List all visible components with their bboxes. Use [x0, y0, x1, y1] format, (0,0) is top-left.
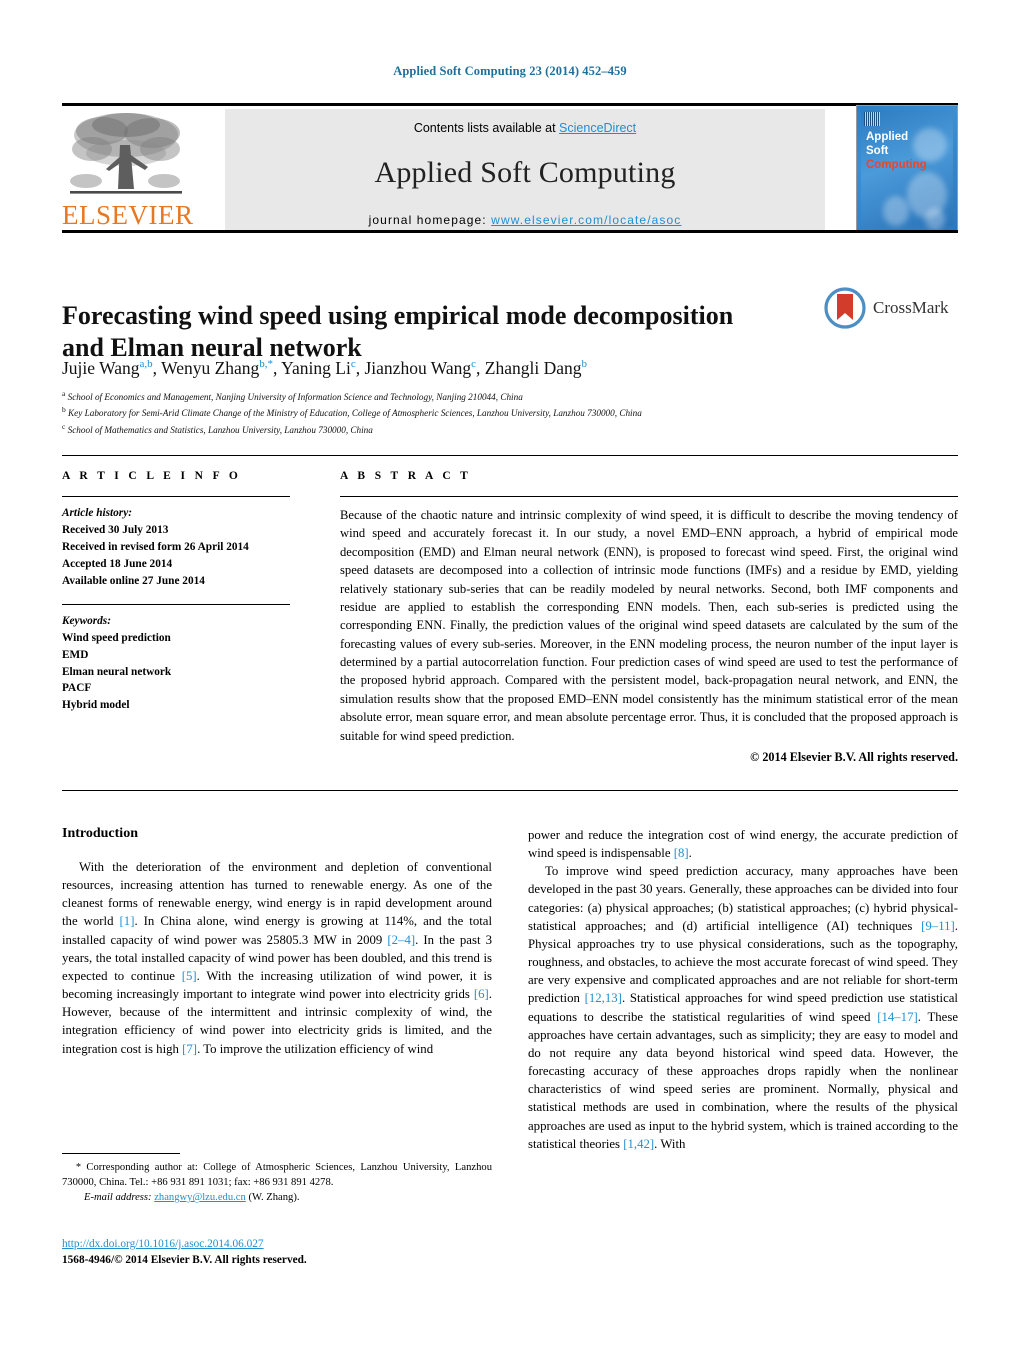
- affiliation-item: b Key Laboratory for Semi-Arid Climate C…: [62, 404, 892, 420]
- paper-page: Applied Soft Computing 23 (2014) 452–459: [0, 0, 1020, 1351]
- article-info-column: A R T I C L E I N F O Article history: R…: [62, 470, 302, 714]
- crossmark-badge[interactable]: CrossMark: [824, 282, 956, 334]
- journal-masthead: ELSEVIER Contents lists available at Sci…: [62, 103, 958, 233]
- section-title-introduction: Introduction: [62, 826, 138, 841]
- keyword-item: EMD: [62, 648, 89, 661]
- affiliation-item: a School of Economics and Management, Na…: [62, 388, 892, 404]
- sciencedirect-link[interactable]: ScienceDirect: [559, 121, 636, 135]
- affiliation-text: School of Mathematics and Statistics, La…: [67, 424, 373, 435]
- history-item: Received in revised form 26 April 2014: [62, 540, 249, 553]
- keyword-item: PACF: [62, 682, 92, 695]
- contents-prefix: Contents lists available at: [413, 121, 560, 135]
- issn-copyright-line: 1568-4946/© 2014 Elsevier B.V. All right…: [62, 1254, 307, 1267]
- affiliation-mark: c: [62, 421, 66, 431]
- history-item: Received 30 July 2013: [62, 523, 169, 536]
- keywords-label: Keywords:: [62, 614, 111, 627]
- article-history-block: Article history: Received 30 July 2013 R…: [62, 505, 302, 590]
- affiliation-mark: a: [62, 389, 66, 398]
- paragraph: power and reduce the integration cost of…: [528, 828, 958, 861]
- corresponding-author-footnote: * Corresponding author at: College of At…: [62, 1160, 492, 1205]
- abstract-heading: A B S T R A C T: [340, 470, 472, 482]
- masthead-bottom-rule: [62, 230, 958, 233]
- homepage-prefix: journal homepage:: [368, 213, 492, 227]
- cover-line-1: Applied: [866, 131, 909, 143]
- abstract-band-bottom-rule: [62, 790, 958, 791]
- affiliation-list: a School of Economics and Management, Na…: [62, 388, 892, 437]
- affiliation-item: c School of Mathematics and Statistics, …: [62, 421, 892, 437]
- keyword-item: Elman neural network: [62, 665, 172, 678]
- page-title: Forecasting wind speed using empirical m…: [62, 301, 734, 363]
- cover-barcode-icon: [864, 112, 880, 126]
- journal-homepage-line: journal homepage: www.elsevier.com/locat…: [225, 213, 825, 227]
- keyword-item: Hybrid model: [62, 699, 130, 712]
- affiliation-mark: b: [62, 405, 66, 415]
- email-link[interactable]: zhangwy@lzu.edu.cn: [154, 1192, 246, 1203]
- article-history-label: Article history:: [62, 507, 132, 519]
- email-suffix: (W. Zhang).: [248, 1192, 300, 1204]
- abstract-copyright: © 2014 Elsevier B.V. All rights reserved…: [750, 749, 958, 764]
- masthead-top-rule: [62, 103, 958, 106]
- journal-homepage-link[interactable]: www.elsevier.com/locate/asoc: [491, 213, 681, 227]
- elsevier-logo: ELSEVIER: [62, 109, 212, 229]
- keywords-rule: [62, 603, 290, 605]
- journal-title: Applied Soft Computing: [374, 156, 676, 189]
- body-column-right: power and reduce the integration cost of…: [528, 826, 958, 1153]
- running-head: Applied Soft Computing 23 (2014) 452–459: [393, 64, 627, 78]
- paragraph: With the deterioration of the environmen…: [62, 860, 493, 1056]
- masthead-center-panel: Contents lists available at ScienceDirec…: [225, 109, 825, 230]
- corresponding-author-text: * Corresponding author at: College of At…: [62, 1162, 492, 1189]
- affiliation-text: School of Economics and Management, Nanj…: [67, 392, 523, 403]
- keywords-block: Keywords: Wind speed prediction EMD Elma…: [62, 613, 302, 715]
- cover-line-3: Computing: [866, 159, 927, 171]
- article-info-heading: A R T I C L E I N F O: [62, 470, 242, 482]
- history-item: Accepted 18 June 2014: [62, 557, 173, 570]
- abstract-text: Because of the chaotic nature and intrin…: [340, 508, 958, 743]
- keyword-item: Wind speed prediction: [62, 631, 171, 644]
- crossmark-icon: [824, 287, 866, 329]
- article-info-rule: [62, 496, 290, 497]
- history-item: Available online 27 June 2014: [62, 574, 205, 587]
- contents-list-line: Contents lists available at ScienceDirec…: [225, 121, 825, 135]
- doi-link[interactable]: http://dx.doi.org/10.1016/j.asoc.2014.06…: [62, 1238, 264, 1250]
- journal-cover-thumbnail[interactable]: Applied Soft Computing: [856, 105, 958, 231]
- affiliation-text: Key Laboratory for Semi-Arid Climate Cha…: [68, 408, 642, 419]
- email-label: E-mail address:: [84, 1192, 152, 1204]
- doi-block: http://dx.doi.org/10.1016/j.asoc.2014.06…: [62, 1236, 492, 1269]
- abstract-band-top-rule: [62, 455, 958, 456]
- abstract-rule: [340, 496, 958, 497]
- author-list: Jujie Wanga,b, Wenyu Zhangb,*, Yaning Li…: [62, 358, 587, 378]
- elsevier-tree-icon: [70, 113, 182, 194]
- paragraph: To improve wind speed prediction accurac…: [528, 864, 958, 1151]
- footnote-rule: [62, 1153, 180, 1155]
- crossmark-label: CrossMark: [873, 298, 949, 317]
- abstract-column: A B S T R A C T Because of the chaotic n…: [340, 470, 958, 765]
- cover-line-2: Soft: [866, 145, 889, 157]
- email-line: E-mail address: zhangwy@lzu.edu.cn (W. Z…: [62, 1190, 492, 1205]
- elsevier-wordmark: ELSEVIER: [62, 200, 194, 230]
- body-column-left: Introduction With the deterioration of t…: [62, 826, 492, 1058]
